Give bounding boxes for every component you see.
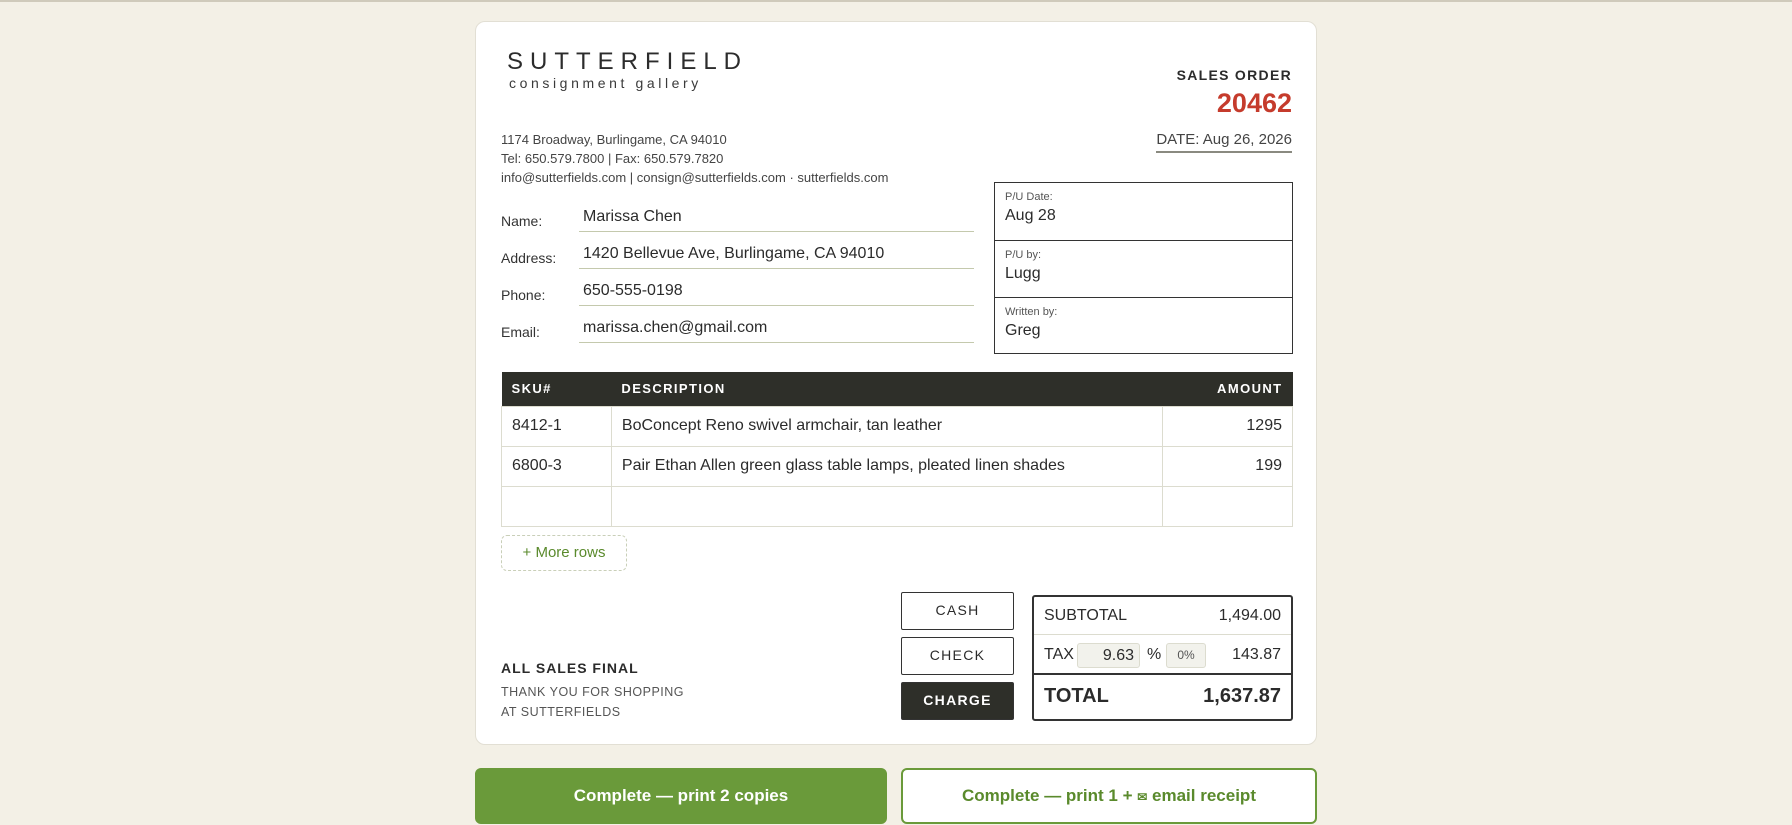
window-top-border <box>0 0 1792 2</box>
row-description-cell[interactable]: BoConcept Reno swivel armchair, tan leat… <box>610 405 1164 447</box>
customer-address-row: Address: 1420 Bellevue Ave, Burlingame, … <box>501 241 974 269</box>
pickup-by-label: P/U by: <box>1005 249 1042 261</box>
subtotal-label: SUBTOTAL <box>1044 607 1127 624</box>
charge-button[interactable]: CHARGE <box>901 682 1014 720</box>
pickup-by-cell[interactable]: P/U by: Lugg <box>995 240 1292 297</box>
cash-button[interactable]: CASH <box>901 592 1014 630</box>
table-header-row: SKU# DESCRIPTION AMOUNT <box>501 372 1293 406</box>
pickup-date-field[interactable]: Aug 28 <box>1005 207 1282 225</box>
tax-row: TAX 9.63 % 0% 143.87 <box>1034 635 1291 675</box>
email-label: Email: <box>501 324 540 340</box>
phone-field[interactable]: 650-555-0198 <box>579 278 974 306</box>
check-button[interactable]: CHECK <box>901 637 1014 675</box>
thank-you-line-2: AT SUTTERFIELDS <box>501 705 621 719</box>
store-phones: Tel: 650.579.7800 | Fax: 650.579.7820 <box>501 151 724 166</box>
total-row: TOTAL 1,637.87 <box>1034 675 1291 719</box>
total-label: TOTAL <box>1044 685 1109 707</box>
phone-label: Phone: <box>501 287 546 303</box>
subtotal-row: SUBTOTAL 1,494.00 <box>1034 597 1291 635</box>
complete-print-email-text: Complete — print 1 + <box>962 786 1138 805</box>
customer-name-row: Name: Marissa Chen <box>501 204 974 232</box>
address-label: Address: <box>501 250 557 266</box>
total-value: 1,637.87 <box>1203 685 1281 707</box>
table-row: 6800-3 Pair Ethan Allen green glass tabl… <box>501 445 1293 487</box>
tax-label: TAX <box>1044 646 1074 663</box>
complete-print-email-suffix: email receipt <box>1147 786 1256 805</box>
sales-order-label: SALES ORDER <box>1176 67 1292 83</box>
row-description-cell[interactable]: Pair Ethan Allen green glass table lamps… <box>610 445 1164 487</box>
sales-order-number: 20462 <box>1216 88 1292 118</box>
subtotal-value: 1,494.00 <box>1218 607 1281 624</box>
pickup-date-label: P/U Date: <box>1005 191 1053 203</box>
logo-name: SUTTERFIELD <box>507 48 749 75</box>
header-sku: SKU# <box>501 372 612 406</box>
table-row: 8412-1 BoConcept Reno swivel armchair, t… <box>501 405 1293 447</box>
table-row-empty <box>501 485 1293 527</box>
more-rows-button[interactable]: + More rows <box>501 535 627 571</box>
complete-print-two-button[interactable]: Complete — print 2 copies <box>475 768 887 824</box>
pickup-by-field[interactable]: Lugg <box>1005 265 1282 283</box>
pickup-box: P/U Date: Aug 28 P/U by: Lugg Written by… <box>994 182 1293 354</box>
tax-rate-input[interactable]: 9.63 <box>1077 643 1140 668</box>
logo-subtitle: consignment gallery <box>509 75 702 91</box>
row-amount-cell[interactable]: 199 <box>1162 445 1293 487</box>
complete-print-email-button[interactable]: Complete — print 1 + ✉ email receipt <box>901 768 1317 824</box>
address-field[interactable]: 1420 Bellevue Ave, Burlingame, CA 94010 <box>579 241 974 269</box>
store-logo: SUTTERFIELD consignment gallery <box>507 48 749 92</box>
customer-phone-row: Phone: 650-555-0198 <box>501 278 974 306</box>
name-label: Name: <box>501 213 543 229</box>
customer-email-row: Email: marissa.chen@gmail.com <box>501 315 974 343</box>
order-date[interactable]: DATE: Aug 26, 2026 <box>1156 131 1292 153</box>
written-by-label: Written by: <box>1005 306 1058 318</box>
store-address: 1174 Broadway, Burlingame, CA 94010 <box>501 132 727 147</box>
written-by-field[interactable]: Greg <box>1005 322 1282 340</box>
header-description: DESCRIPTION <box>611 372 1163 406</box>
row-sku-cell[interactable]: 8412-1 <box>501 405 612 447</box>
row-sku-cell[interactable]: 6800-3 <box>501 445 612 487</box>
row-sku-cell[interactable] <box>501 485 612 527</box>
thank-you-line-1: THANK YOU FOR SHOPPING <box>501 685 685 699</box>
tax-zero-button[interactable]: 0% <box>1166 643 1206 668</box>
tax-percent-sign: % <box>1147 646 1162 663</box>
row-amount-cell[interactable]: 1295 <box>1162 405 1293 447</box>
written-by-cell[interactable]: Written by: Greg <box>995 297 1292 354</box>
envelope-icon: ✉ <box>1137 790 1148 804</box>
store-contact: 1174 Broadway, Burlingame, CA 94010 Tel:… <box>501 130 888 187</box>
sales-final-heading: ALL SALES FINAL <box>501 660 639 676</box>
name-field[interactable]: Marissa Chen <box>579 204 974 232</box>
tax-value: 143.87 <box>1232 646 1281 663</box>
row-description-cell[interactable] <box>610 485 1164 527</box>
totals-box: SUBTOTAL 1,494.00 TAX 9.63 % 0% 143.87 T… <box>1032 595 1293 721</box>
thank-you-note: THANK YOU FOR SHOPPING AT SUTTERFIELDS <box>501 682 701 722</box>
email-field[interactable]: marissa.chen@gmail.com <box>579 315 974 343</box>
sales-order-card: SUTTERFIELD consignment gallery 1174 Bro… <box>475 21 1317 745</box>
store-web: info@sutterfields.com | consign@sutterfi… <box>501 170 889 185</box>
pickup-date-cell[interactable]: P/U Date: Aug 28 <box>995 183 1292 240</box>
header-amount: AMOUNT <box>1162 372 1293 406</box>
line-items-table: SKU# DESCRIPTION AMOUNT 8412-1 BoConcept… <box>501 372 1293 527</box>
row-amount-cell[interactable] <box>1162 485 1293 527</box>
